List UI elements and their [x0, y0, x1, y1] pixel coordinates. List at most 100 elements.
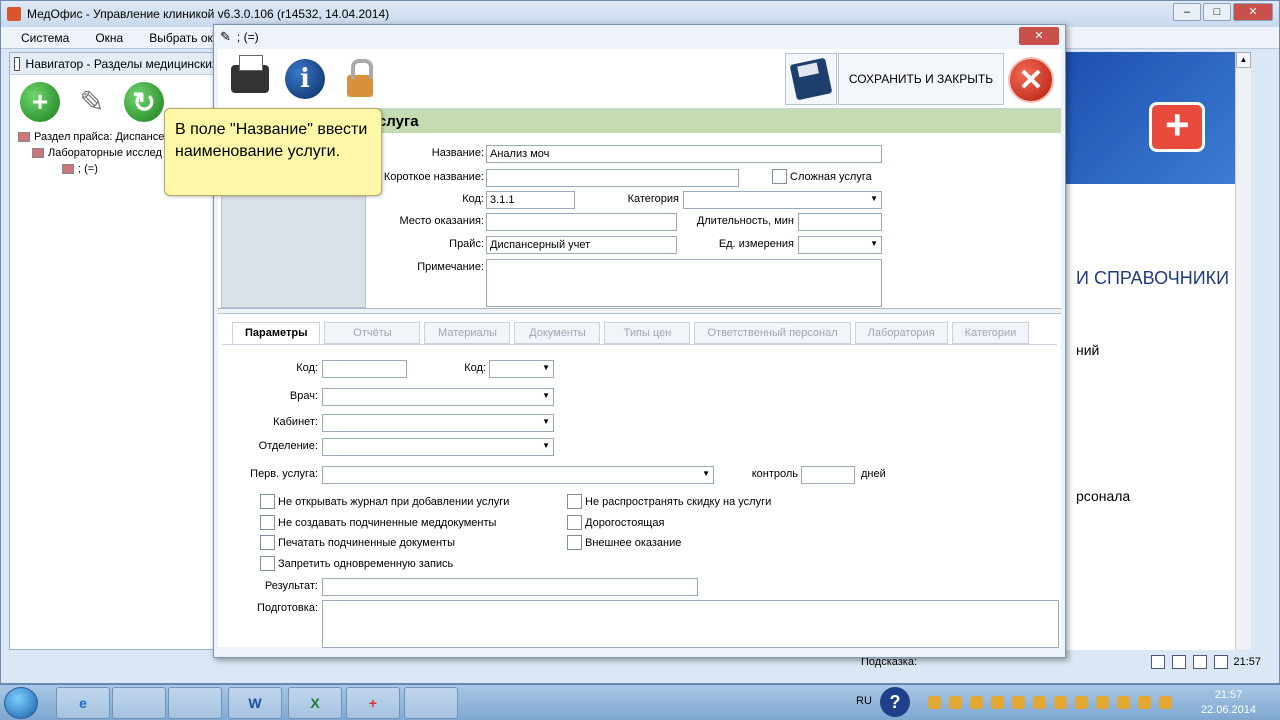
tab-parameters[interactable]: Параметры — [232, 322, 321, 344]
vertical-scrollbar[interactable]: ▲ — [1235, 52, 1251, 650]
refresh-icon[interactable]: ↻ — [124, 82, 164, 122]
name-field[interactable]: Анализ моч — [486, 145, 882, 163]
start-button[interactable] — [4, 687, 38, 719]
checkbox-label: Не создавать подчиненные меддокументы — [278, 517, 497, 529]
language-indicator[interactable]: RU — [856, 695, 872, 707]
right-text: рсонала — [1076, 488, 1131, 504]
lock-icon[interactable] — [338, 57, 382, 101]
cancel-close-icon[interactable]: ✕ — [1008, 57, 1054, 103]
menu-system[interactable]: Система — [21, 31, 69, 45]
category-dropdown[interactable] — [683, 191, 882, 209]
checkbox-print-subdocs[interactable] — [260, 535, 275, 550]
excel-icon[interactable]: X — [288, 687, 342, 719]
doctor-dropdown[interactable] — [322, 388, 554, 406]
tray-icon[interactable] — [1075, 696, 1088, 709]
tray-icon[interactable] — [928, 696, 941, 709]
word-icon[interactable]: W — [228, 687, 282, 719]
close-button[interactable]: ✕ — [1233, 3, 1273, 21]
param-code-field[interactable] — [322, 360, 407, 378]
explorer-icon[interactable] — [112, 687, 166, 719]
save-button[interactable] — [785, 53, 837, 105]
app-icon — [7, 7, 21, 21]
save-and-close-button[interactable]: СОХРАНИТЬ И ЗАКРЫТЬ — [838, 53, 1004, 105]
checkbox-label: Внешнее оказание — [585, 537, 682, 549]
prep-field[interactable] — [322, 600, 1059, 648]
complex-service-checkbox[interactable] — [772, 169, 787, 184]
param-code2-dropdown[interactable] — [489, 360, 554, 378]
tray-icon[interactable] — [1096, 696, 1109, 709]
code-field[interactable]: 3.1.1 — [486, 191, 575, 209]
scroll-up-icon[interactable]: ▲ — [1236, 52, 1251, 68]
tray-icon[interactable] — [1033, 696, 1046, 709]
tray-icon[interactable] — [1159, 696, 1172, 709]
medoffice-icon[interactable]: + — [346, 687, 400, 719]
control-days-field[interactable] — [801, 466, 855, 484]
menu-windows[interactable]: Окна — [95, 31, 123, 45]
price-label: Прайс: — [449, 238, 484, 250]
price-field[interactable]: Диспансерный учет — [486, 236, 677, 254]
control-label: контроль — [751, 468, 798, 480]
checkbox-expensive[interactable] — [567, 515, 582, 530]
first-service-label: Перв. услуга: — [250, 468, 318, 480]
right-banner — [1064, 52, 1251, 184]
maximize-button[interactable]: □ — [1203, 3, 1231, 21]
minimize-button[interactable]: – — [1173, 3, 1201, 21]
tab-materials[interactable]: Материалы — [424, 322, 511, 344]
result-field[interactable] — [322, 578, 698, 596]
first-service-dropdown[interactable] — [322, 466, 714, 484]
note-field[interactable] — [486, 259, 882, 307]
short-name-field[interactable] — [486, 169, 739, 187]
unit-dropdown[interactable] — [798, 236, 882, 254]
tray-icon[interactable] — [1054, 696, 1067, 709]
place-field[interactable] — [486, 213, 677, 231]
tab-staff[interactable]: Ответственный персонал — [694, 322, 851, 344]
media-player-icon[interactable] — [168, 687, 222, 719]
remote-desktop-icon[interactable] — [404, 687, 458, 719]
right-text: ний — [1076, 342, 1100, 358]
duration-field[interactable] — [798, 213, 882, 231]
param-code2-label: Код: — [464, 362, 486, 374]
tab-laboratory[interactable]: Лаборатория — [854, 322, 948, 344]
list-icon[interactable] — [1151, 655, 1165, 669]
window-controls: – □ ✕ — [1173, 3, 1273, 21]
tab-reports[interactable]: Отчёты — [324, 322, 421, 344]
tab-price-types[interactable]: Типы цен — [604, 322, 691, 344]
checkbox-no-subdocs[interactable] — [260, 515, 275, 530]
tray-icon[interactable] — [970, 696, 983, 709]
right-section-title: И СПРАВОЧНИКИ — [1076, 268, 1230, 288]
edit-icon[interactable]: ✎ — [72, 82, 112, 122]
tree-node-label: ; (=) — [78, 163, 98, 175]
tree-node-label: Лабораторные исслед — [48, 147, 162, 159]
tray-icon[interactable] — [991, 696, 1004, 709]
help-icon[interactable]: ? — [880, 687, 910, 717]
checkbox-label: Печатать подчиненные документы — [278, 537, 455, 549]
doc-icon[interactable] — [1193, 655, 1207, 669]
tray-icons — [928, 696, 1172, 709]
tab-categories[interactable]: Категории — [951, 322, 1030, 344]
cabinet-dropdown[interactable] — [322, 414, 554, 432]
tray-icon[interactable] — [1138, 696, 1151, 709]
doctor-label: Врач: — [289, 390, 318, 402]
tray-icon[interactable] — [1117, 696, 1130, 709]
checkbox-external[interactable] — [567, 535, 582, 550]
tray-icon[interactable] — [949, 696, 962, 709]
folder-icon — [32, 148, 44, 158]
printer-icon[interactable] — [228, 55, 272, 101]
checkbox-no-simultaneous[interactable] — [260, 556, 275, 571]
tray-icon[interactable] — [1012, 696, 1025, 709]
note-icon[interactable] — [1172, 655, 1186, 669]
status-clock: 21:57 — [1233, 656, 1261, 668]
dialog-close-button[interactable]: ✕ — [1019, 27, 1059, 45]
department-label: Отделение: — [258, 440, 318, 452]
ie-icon[interactable]: e — [56, 687, 110, 719]
info-icon[interactable]: i — [283, 57, 327, 101]
tab-documents[interactable]: Документы — [514, 322, 601, 344]
checkbox-no-discount[interactable] — [567, 494, 582, 509]
checkbox-no-journal[interactable] — [260, 494, 275, 509]
department-dropdown[interactable] — [322, 438, 554, 456]
add-icon[interactable]: + — [20, 82, 60, 122]
tray-clock[interactable]: 21:57 22.06.2014 — [1201, 688, 1256, 718]
window-icon[interactable] — [1214, 655, 1228, 669]
menu-select[interactable]: Выбрать ок — [149, 31, 213, 45]
duration-label: Длительность, мин — [696, 215, 794, 227]
